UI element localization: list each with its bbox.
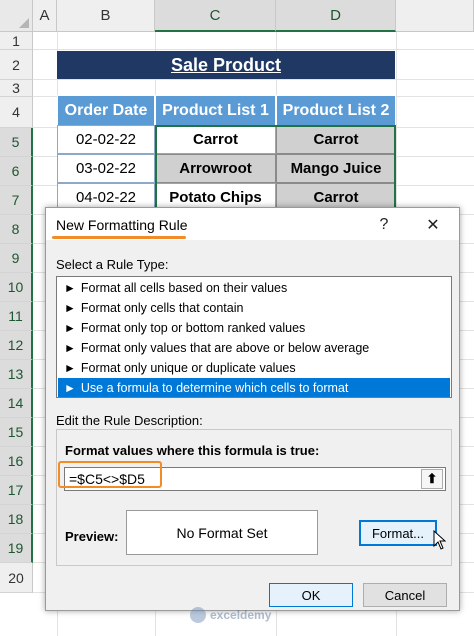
- rule-type-item[interactable]: ► Format only cells that contain: [58, 298, 450, 317]
- cell-b5[interactable]: 02-02-22: [57, 125, 155, 154]
- rule-type-item[interactable]: ► Format all cells based on their values: [58, 278, 450, 297]
- rule-type-item[interactable]: ► Use a formula to determine which cells …: [58, 378, 450, 397]
- rule-arrow-icon: ►: [64, 320, 76, 335]
- new-formatting-rule-dialog: New Formatting Rule ? ✕ Select a Rule Ty…: [45, 207, 460, 611]
- row-header-4[interactable]: 4: [0, 97, 33, 128]
- row-header-14[interactable]: 14: [0, 389, 33, 418]
- rule-type-label: Format only unique or duplicate values: [80, 360, 296, 375]
- column-header-b[interactable]: B: [57, 0, 155, 32]
- watermark-text: exceldemy: [210, 608, 272, 622]
- close-icon[interactable]: ✕: [421, 214, 445, 236]
- preview-box: No Format Set: [126, 510, 318, 555]
- row-header-1[interactable]: 1: [0, 32, 33, 50]
- row-header-8[interactable]: 8: [0, 215, 33, 244]
- row-header-17[interactable]: 17: [0, 476, 33, 505]
- select-rule-type-label: Select a Rule Type:: [56, 257, 169, 272]
- rule-type-item[interactable]: ► Format only unique or duplicate values: [58, 358, 450, 377]
- title-highlight-underline: [52, 236, 186, 239]
- sheet-title-cell[interactable]: Sale Product: [57, 51, 395, 79]
- row-header-10[interactable]: 10: [0, 273, 33, 302]
- select-all-corner[interactable]: [0, 0, 33, 32]
- cell-b6[interactable]: 03-02-22: [57, 154, 155, 183]
- collapse-dialog-icon[interactable]: ⬆: [421, 469, 443, 489]
- help-button[interactable]: ?: [372, 214, 396, 236]
- header-product-list-1[interactable]: Product List 1: [155, 95, 276, 126]
- formula-label: Format values where this formula is true…: [65, 443, 320, 458]
- rule-type-label: Format all cells based on their values: [80, 280, 288, 295]
- rule-type-list[interactable]: ► Format all cells based on their values ►…: [56, 276, 452, 398]
- rule-type-label: Use a formula to determine which cells t…: [80, 380, 349, 395]
- row-header-3[interactable]: 3: [0, 80, 33, 97]
- selected-range: [155, 125, 396, 215]
- rule-arrow-icon: ►: [64, 380, 76, 395]
- rule-description-panel: Format values where this formula is true…: [56, 429, 452, 566]
- row-header-9[interactable]: 9: [0, 244, 33, 273]
- watermark: exceldemy: [190, 604, 290, 626]
- row-header-20[interactable]: 20: [0, 563, 33, 593]
- rule-arrow-icon: ►: [64, 360, 76, 375]
- header-product-list-2[interactable]: Product List 2: [276, 95, 396, 126]
- row-header-15[interactable]: 15: [0, 418, 33, 447]
- rule-type-label: Format only cells that contain: [80, 300, 244, 315]
- exceldemy-logo-icon: [190, 607, 206, 623]
- rule-type-item[interactable]: ► Format only top or bottom ranked values: [58, 318, 450, 337]
- sheet-title-text: Sale Product: [170, 54, 282, 75]
- row-header-5[interactable]: 5: [0, 128, 33, 157]
- column-header-a[interactable]: A: [33, 0, 57, 32]
- edit-rule-description-label: Edit the Rule Description:: [56, 413, 203, 428]
- row-header-11[interactable]: 11: [0, 302, 33, 331]
- mouse-cursor-icon: [433, 530, 447, 550]
- format-button[interactable]: Format...: [359, 520, 437, 546]
- row-header-6[interactable]: 6: [0, 157, 33, 186]
- rule-arrow-icon: ►: [64, 300, 76, 315]
- dialog-titlebar[interactable]: New Formatting Rule ? ✕: [46, 208, 459, 240]
- row-header-2[interactable]: 2: [0, 50, 33, 80]
- rule-type-item[interactable]: ► Format only values that are above or be…: [58, 338, 450, 357]
- row-header-19[interactable]: 19: [0, 534, 33, 563]
- row-header-7[interactable]: 7: [0, 186, 33, 215]
- dialog-title: New Formatting Rule: [56, 217, 188, 233]
- header-order-date[interactable]: Order Date: [57, 95, 155, 126]
- preview-label: Preview:: [65, 529, 119, 544]
- row-header-12[interactable]: 12: [0, 331, 33, 360]
- rule-arrow-icon: ►: [64, 280, 76, 295]
- column-header-d[interactable]: D: [276, 0, 396, 32]
- column-header-c[interactable]: C: [155, 0, 276, 32]
- rule-arrow-icon: ►: [64, 340, 76, 355]
- row-header-13[interactable]: 13: [0, 360, 33, 389]
- row-header-16[interactable]: 16: [0, 447, 33, 476]
- rule-type-label: Format only values that are above or bel…: [80, 340, 370, 355]
- rule-type-label: Format only top or bottom ranked values: [80, 320, 306, 335]
- column-header-e[interactable]: [396, 0, 474, 32]
- cancel-button[interactable]: Cancel: [363, 583, 447, 607]
- formula-highlight-box: [58, 461, 162, 488]
- row-header-18[interactable]: 18: [0, 505, 33, 534]
